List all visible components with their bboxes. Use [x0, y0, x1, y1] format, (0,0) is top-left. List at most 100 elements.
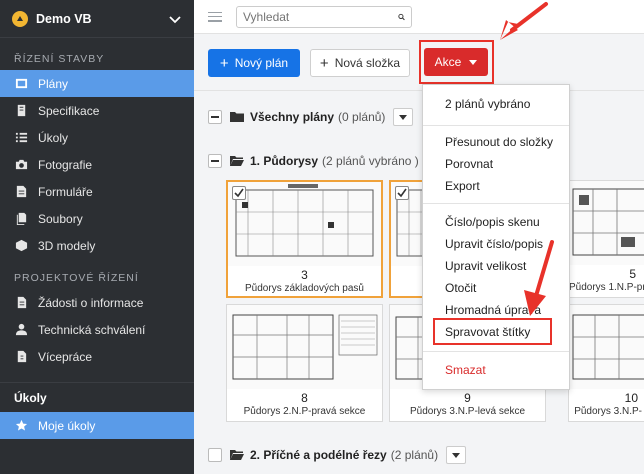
files-icon: [14, 212, 28, 226]
folder-open-icon: [230, 450, 244, 460]
sidebar-item-label: Plány: [38, 76, 69, 91]
new-folder-label: Nová složka: [334, 56, 401, 70]
sidebar-item-label: Specifikace: [38, 103, 100, 118]
sidebar-item-extra-work[interactable]: Vícepráce: [0, 343, 194, 370]
search-icon[interactable]: [398, 11, 405, 23]
sidebar-item-3d-models[interactable]: 3D modely: [0, 232, 194, 259]
menu-item-compare[interactable]: Porovnat: [423, 153, 569, 175]
menu-item-move[interactable]: Přesunout do složky: [423, 131, 569, 153]
checkmark-icon: [397, 188, 407, 198]
menu-item-export[interactable]: Export: [423, 175, 569, 197]
plan-card[interactable]: 5 Půdorys 1.N.P-pravá: [568, 180, 644, 298]
sidebar-item-label: Soubory: [38, 211, 83, 226]
sidebar: Demo VB ŘÍZENÍ STAVBY Plány Specifikace …: [0, 0, 194, 474]
card-checkbox[interactable]: [395, 186, 409, 200]
star-icon: [14, 419, 28, 433]
folder-checkbox[interactable]: [208, 110, 222, 124]
divider: [194, 90, 644, 91]
plan-card[interactable]: 10 Půdorys 3.N.P-: [568, 304, 644, 422]
menu-divider: [423, 125, 569, 126]
plan-card[interactable]: 3 Půdorys základových pasů: [226, 180, 383, 298]
menu-item-edit-size[interactable]: Upravit velikost: [423, 255, 569, 277]
folder-name[interactable]: Všechny plány: [250, 110, 334, 124]
plan-number: 3: [301, 268, 308, 282]
book-icon: [14, 104, 28, 118]
section-title-construction: ŘÍZENÍ STAVBY: [14, 53, 105, 65]
folder-options-dropdown[interactable]: [393, 108, 414, 126]
search-box[interactable]: [236, 5, 412, 28]
menu-toggle-icon[interactable]: [208, 11, 222, 22]
list-icon: [14, 131, 28, 145]
sidebar-item-approvals[interactable]: Technická schválení: [0, 316, 194, 343]
folder-row-all: Všechny plány (0 plánů): [208, 108, 414, 126]
plan-thumbnail[interactable]: [228, 182, 381, 266]
search-input[interactable]: [243, 9, 398, 24]
checkmark-icon: [234, 188, 244, 198]
plan-caption: Půdorys 3.N.P-: [574, 406, 642, 417]
new-plan-label: Nový plán: [234, 56, 289, 70]
sidebar-item-plans[interactable]: Plány: [0, 70, 194, 97]
sidebar-item-label: Fotografie: [38, 157, 93, 172]
tasks-section-heading: Úkoly: [0, 382, 194, 412]
highlight-box-actions: [419, 40, 494, 84]
plan-number: 8: [301, 391, 308, 405]
folder-icon: [230, 112, 244, 122]
plan-drawing: [569, 181, 644, 265]
section-title-project: PROJEKTOVÉ ŘÍZENÍ: [14, 272, 139, 284]
form-icon: [14, 185, 28, 199]
folder-options-dropdown[interactable]: [446, 446, 467, 464]
sidebar-item-photos[interactable]: Fotografie: [0, 151, 194, 178]
menu-item-rotate[interactable]: Otočit: [423, 277, 569, 299]
top-bar: [194, 0, 644, 34]
doc-money-icon: [14, 350, 28, 364]
menu-divider: [423, 351, 569, 352]
cube-icon: [14, 239, 28, 253]
folder-name[interactable]: 2. Příčné a podélné řezy: [250, 448, 387, 462]
folder-name[interactable]: 1. Půdorysy: [250, 154, 318, 168]
plan-thumbnail[interactable]: [569, 305, 644, 389]
sidebar-item-label: Úkoly: [38, 130, 69, 145]
folder-row-sections: 2. Příčné a podélné řezy (2 plánů): [208, 446, 467, 464]
project-switcher[interactable]: Demo VB: [0, 0, 194, 38]
sidebar-item-rfi[interactable]: Žádosti o informace: [0, 289, 194, 316]
map-icon: [14, 77, 28, 91]
menu-item-number[interactable]: Číslo/popis skenu: [423, 211, 569, 233]
camera-icon: [14, 158, 28, 172]
plan-card[interactable]: 8 Půdorys 2.N.P-pravá sekce: [226, 304, 383, 422]
chevron-down-icon[interactable]: [168, 12, 182, 26]
sidebar-item-label: Formuláře: [38, 184, 93, 199]
sidebar-item-label: Vícepráce: [38, 349, 93, 364]
plan-number: 10: [624, 391, 638, 405]
plan-thumbnail[interactable]: [227, 305, 382, 389]
plan-caption: Půdorys 2.N.P-pravá sekce: [243, 406, 366, 417]
folder-count: (0 plánů): [338, 110, 386, 124]
sidebar-item-my-tasks[interactable]: Moje úkoly: [0, 412, 194, 439]
plan-caption: Půdorys základových pasů: [245, 283, 364, 294]
menu-item-edit-number[interactable]: Upravit číslo/popis: [423, 233, 569, 255]
sidebar-item-files[interactable]: Soubory: [0, 205, 194, 232]
folder-checkbox[interactable]: [208, 154, 222, 168]
plan-caption: Půdorys 3.N.P-levá sekce: [409, 406, 526, 417]
highlight-box-manage-tags: [433, 318, 552, 345]
sidebar-item-label: Technická schválení: [38, 322, 146, 337]
menu-item-delete[interactable]: Smazat: [423, 359, 569, 381]
plus-icon: +: [319, 54, 329, 72]
plus-icon: +: [219, 54, 229, 72]
folder-checkbox[interactable]: [208, 448, 222, 462]
sidebar-item-forms[interactable]: Formuláře: [0, 178, 194, 205]
plan-number: 5: [629, 267, 636, 281]
sidebar-item-label: Moje úkoly: [38, 418, 96, 433]
plan-number: 9: [464, 391, 471, 405]
folder-row-pudorysy: 1. Půdorysy (2 plánů vybráno ): [208, 152, 447, 170]
sidebar-item-specs[interactable]: Specifikace: [0, 97, 194, 124]
card-checkbox[interactable]: [232, 186, 246, 200]
new-folder-button[interactable]: + Nová složka: [310, 49, 410, 77]
menu-selected-info: 2 plánů vybráno: [445, 97, 531, 111]
plan-drawing: [228, 182, 381, 266]
folder-count: (2 plánů vybráno ): [322, 154, 419, 168]
user-icon: [14, 323, 28, 337]
sidebar-item-tasks[interactable]: Úkoly: [0, 124, 194, 151]
new-plan-button[interactable]: + Nový plán: [208, 49, 300, 77]
plan-thumbnail[interactable]: [569, 181, 644, 265]
plan-drawing: [569, 305, 644, 389]
